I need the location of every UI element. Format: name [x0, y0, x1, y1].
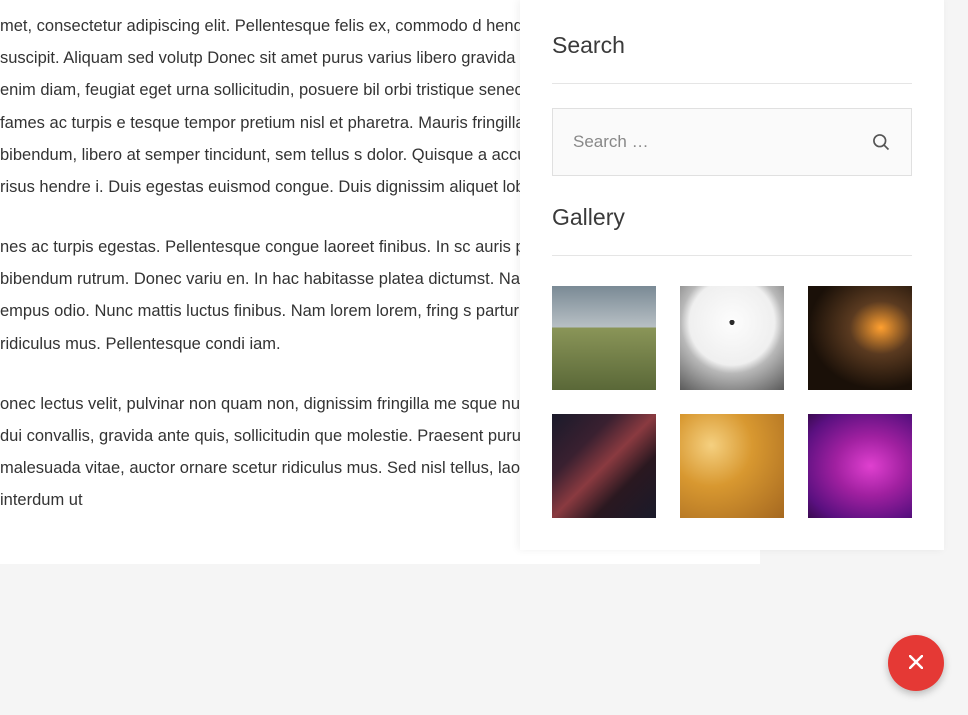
- gallery-thumbnail-purple[interactable]: [808, 414, 912, 518]
- search-icon[interactable]: [871, 132, 891, 152]
- gallery-heading: Gallery: [552, 204, 912, 231]
- gallery-grid: [552, 286, 912, 518]
- close-icon: [909, 653, 923, 674]
- gallery-thumbnail-city[interactable]: [552, 414, 656, 518]
- divider: [552, 83, 912, 84]
- search-input[interactable]: [553, 109, 911, 175]
- search-heading: Search: [552, 32, 912, 59]
- gallery-thumbnail-bread[interactable]: [680, 414, 784, 518]
- gallery-thumbnail-landscape[interactable]: [552, 286, 656, 390]
- search-box: [552, 108, 912, 176]
- gallery-thumbnail-circuit[interactable]: [808, 286, 912, 390]
- sidebar: Search Gallery: [520, 0, 944, 550]
- divider: [552, 255, 912, 256]
- gallery-thumbnail-jump[interactable]: [680, 286, 784, 390]
- close-button[interactable]: [888, 635, 944, 691]
